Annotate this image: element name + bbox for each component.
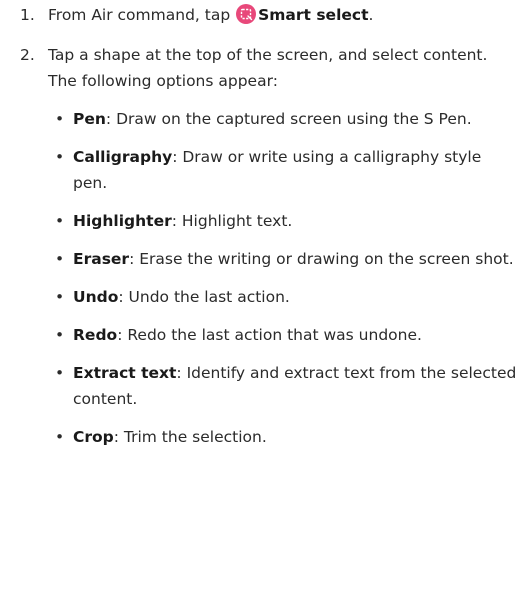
options-list: • Pen: Draw on the captured screen using … <box>48 106 517 450</box>
bullet-dot: • <box>55 326 65 344</box>
option-term: Extract text <box>73 364 177 382</box>
option-term: Crop <box>73 428 114 446</box>
bullet-dot: • <box>55 288 65 306</box>
smart-select-icon <box>236 4 257 24</box>
option-term: Calligraphy <box>73 148 173 166</box>
bullet-dot: • <box>55 428 65 446</box>
option-undo: • Undo: Undo the last action. <box>48 284 517 310</box>
option-term: Redo <box>73 326 118 344</box>
step-1: 1. From Air command, tap Smart select. <box>0 2 523 28</box>
option-desc: : Draw on the captured screen using the … <box>105 110 472 128</box>
step-2: 2. Tap a shape at the top of the screen,… <box>0 42 523 450</box>
option-calligraphy: • Calligraphy: Draw or write using a call… <box>48 144 517 196</box>
option-term: Pen <box>73 110 106 128</box>
option-redo: • Redo: Redo the last action that was und… <box>48 322 517 348</box>
bullet-dot: • <box>55 110 65 128</box>
step-text: Tap a shape at the top of the screen, an… <box>48 46 488 90</box>
option-desc: : Redo the last action that was undone. <box>117 326 422 344</box>
step-number: 1. <box>20 6 35 24</box>
option-eraser: • Eraser: Erase the writing or drawing on… <box>48 246 517 272</box>
step-number: 2. <box>20 46 35 64</box>
option-desc: : Erase the writing or drawing on the sc… <box>129 250 514 268</box>
bullet-dot: • <box>55 212 65 230</box>
bullet-dot: • <box>55 148 65 166</box>
option-term: Eraser <box>73 250 130 268</box>
option-term: Highlighter <box>73 212 172 230</box>
option-desc: : Trim the selection. <box>113 428 267 446</box>
step-1-text-after: . <box>368 6 374 24</box>
step-1-text-before: From Air command, tap <box>48 6 236 24</box>
document: 1. From Air command, tap Smart select. 2… <box>0 0 523 462</box>
option-desc: : Undo the last action. <box>118 288 290 306</box>
option-highlighter: • Highlighter: Highlight text. <box>48 208 517 234</box>
option-term: Undo <box>73 288 119 306</box>
step-text: From Air command, tap Smart select. <box>48 4 374 24</box>
option-extract-text: • Extract text: Identify and extract text… <box>48 360 517 412</box>
bullet-dot: • <box>55 250 65 268</box>
bullet-dot: • <box>55 364 65 382</box>
option-crop: • Crop: Trim the selection. <box>48 424 517 450</box>
smart-select-label: Smart select <box>258 6 369 24</box>
option-desc: : Highlight text. <box>171 212 293 230</box>
option-pen: • Pen: Draw on the captured screen using … <box>48 106 517 132</box>
